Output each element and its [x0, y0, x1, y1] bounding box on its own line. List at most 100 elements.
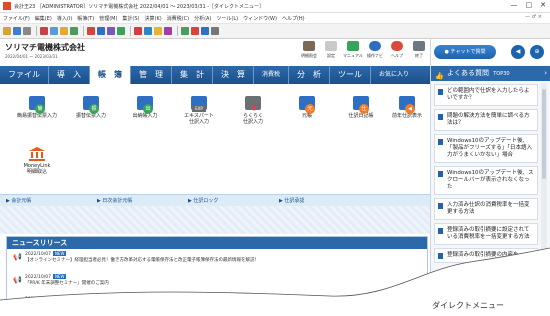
shortcut-daily-ledger[interactable]: ▶ 日次会計元帳 — [91, 197, 182, 204]
faq-title: よくある質問 — [447, 69, 489, 77]
toolbar-journal-icon[interactable] — [70, 27, 78, 35]
prior-year-journal-button[interactable]: ◀ 前年仕訳表示 — [380, 96, 434, 119]
close-button[interactable]: ✕ — [540, 1, 546, 9]
minimize-button[interactable]: — — [511, 1, 518, 9]
scroll-thumb[interactable] — [542, 89, 546, 179]
shortcut-journal-lock[interactable]: ▶ 仕訳ロック — [182, 197, 273, 204]
menu-file[interactable]: ファイル(F) — [3, 15, 30, 22]
tab-consumption-tax[interactable]: 消費税 — [253, 66, 288, 84]
company-name: ソリマチ電機株式会社 — [5, 43, 85, 52]
menu-help[interactable]: ヘルプ(H) — [282, 15, 305, 22]
news-title: ニュースリリース — [7, 237, 427, 249]
faq-item[interactable]: Windows10のアップデート後、スクロールバーが表示されなくなった — [434, 166, 538, 195]
toolbar-settings-icon[interactable] — [201, 27, 209, 35]
simple-transfer-slip-button[interactable]: 簡 簡易振替伝票入力 — [10, 96, 64, 119]
tab-file[interactable]: ファイル — [0, 66, 48, 84]
faq-item[interactable]: Windows10のアップデート後、「製品がフリーズする」「日本語入力がうまくい… — [434, 134, 538, 163]
faq-item[interactable]: 登録済みの取引摘要に設定されている消費税率を一括変更する方法 — [434, 223, 538, 245]
journal-icon: 仕 — [353, 96, 369, 114]
faq-badge: TOP30 — [493, 71, 510, 77]
shortcut-ledger[interactable]: ▶ 会計元帳 — [0, 197, 91, 204]
support-pane: ● チャットで質問 ◀ ⊕ 👍 よくある質問 TOP30 › どの範囲内で仕訳を… — [430, 39, 550, 316]
news-release-panel: ニュースリリース 📢 2022/10/07 NEW 【オンラインセミナー】経理担当… — [6, 236, 428, 316]
toolbar-mail-icon[interactable] — [107, 27, 115, 35]
menu-closing[interactable]: 決算(K) — [145, 15, 162, 22]
toolbar-print-icon[interactable] — [23, 27, 31, 35]
building-icon — [303, 41, 315, 51]
header-tools: 明細照会 設定 マニュアル 操作ナビ ヘルプ 終了 — [298, 41, 430, 59]
tab-manage[interactable]: 管 理 — [130, 66, 171, 84]
tab-closing[interactable]: 決 算 — [212, 66, 253, 84]
menu-manage[interactable]: 管理(M) — [99, 15, 117, 22]
detail-inquiry-button[interactable]: 明細照会 — [298, 41, 320, 59]
faq-item[interactable]: 登録済みの取引摘要の内容を — [434, 248, 538, 263]
toolbar-copy-icon[interactable] — [50, 27, 58, 35]
faq-item[interactable]: どの範囲内で仕訳を入力したらよいですか？ — [434, 84, 538, 106]
toolbar-table-icon[interactable] — [97, 27, 105, 35]
new-badge: NEW — [52, 251, 67, 256]
chevron-right-icon[interactable]: › — [544, 66, 547, 81]
help-button[interactable]: ヘルプ — [386, 41, 408, 59]
news-item[interactable]: 📢 2022/10/07 NEW 【オンラインセミナー】経理担当者必見！働き方改革… — [7, 249, 427, 272]
tab-books[interactable]: 帳 簿 — [89, 66, 130, 84]
document-icon — [438, 228, 443, 234]
news-item[interactable]: 📢 2022/10/07 NEW 「PR/K 年末調整セミナー」開催のご案内 — [7, 272, 427, 295]
menu-tax[interactable]: 消費税(C) — [167, 15, 189, 22]
menu-intro[interactable]: 導入(I) — [57, 15, 72, 22]
cashbook-entry-button[interactable]: 出 出納帳入力 — [118, 96, 172, 119]
chat-icon: ● — [444, 49, 449, 55]
news-text: ソリマチ会計にまつわるサービス、機能改善等の新情報を公開しています — [25, 303, 174, 308]
chat-question-button[interactable]: ● チャットで質問 — [434, 45, 496, 59]
tab-favorites[interactable]: お気に入り — [370, 66, 417, 84]
tab-aggregate[interactable]: 集 計 — [171, 66, 212, 84]
tab-intro[interactable]: 導 入 — [48, 66, 89, 84]
navigation-button[interactable]: 操作ナビ — [364, 41, 386, 59]
general-ledger-button[interactable]: 元 元帳 — [280, 96, 334, 119]
manual-button[interactable]: マニュアル — [342, 41, 364, 59]
toolbar-chart-icon[interactable] — [117, 27, 125, 35]
toolbar-calc-icon[interactable] — [144, 27, 152, 35]
megaphone-icon: 📢 — [13, 276, 22, 284]
menu-aggregate[interactable]: 集計(S) — [122, 15, 139, 22]
news-text: 【オンラインセミナー】経理担当者必見！働き方改革対応する電帳保存法と改正電子帳簿… — [25, 258, 259, 263]
add-button[interactable]: ⊕ — [530, 45, 544, 59]
settings-button[interactable]: 設定 — [320, 41, 342, 59]
menu-tools[interactable]: ツール(L) — [216, 15, 238, 22]
menu-edit[interactable]: 編集(E) — [35, 15, 52, 22]
moneylink-import-button[interactable]: MoneyLink 明細取込 — [10, 146, 64, 175]
maximize-button[interactable]: □ — [526, 1, 533, 9]
toolbar-pdf-icon[interactable] — [191, 27, 199, 35]
toolbar-cut-icon[interactable] — [40, 27, 48, 35]
mdi-controls[interactable]: — ♂ × — [525, 14, 542, 20]
shortcut-journal-approval[interactable]: ▶ 仕訳承認 — [273, 197, 364, 204]
news-item[interactable]: 📢 2022/09/30 ソリマチ会計にまつわるサービス、機能改善等の新情報を公… — [7, 295, 427, 316]
exit-button[interactable]: 終了 — [408, 41, 430, 59]
menu-window[interactable]: ウィンドウ(W) — [243, 15, 277, 22]
tab-tools[interactable]: ツール — [329, 66, 370, 84]
slip-icon: 振 — [83, 96, 99, 114]
expert-journal-button[interactable]: EXP エキスパート 仕訳入力 — [172, 96, 226, 125]
menu-analysis[interactable]: 分析(A) — [194, 15, 211, 22]
bank-icon-shape — [29, 147, 45, 161]
toolbar-paste-icon[interactable] — [60, 27, 68, 35]
faq-item[interactable]: 入力済み仕訳の消費税率を一括変更する方法 — [434, 198, 538, 220]
menu-books[interactable]: 帳簿(T) — [77, 15, 94, 22]
toolbar-tax-icon[interactable] — [164, 27, 172, 35]
tab-analysis[interactable]: 分 析 — [288, 66, 329, 84]
toolbar-star-icon[interactable] — [154, 27, 162, 35]
chat-row: ● チャットで質問 ◀ ⊕ — [431, 39, 550, 65]
transfer-slip-button[interactable]: 振 振替伝票入力 — [64, 96, 118, 119]
document-icon — [438, 171, 443, 177]
back-button[interactable]: ◀ — [511, 45, 525, 59]
toolbar-help-icon[interactable] — [211, 27, 219, 35]
toolbar-report-icon[interactable] — [134, 27, 142, 35]
easy-journal-button[interactable]: ♥ らくらく 仕訳入力 — [226, 96, 280, 125]
toolbar-save-icon[interactable] — [13, 27, 21, 35]
toolbar-ledger-icon[interactable] — [87, 27, 95, 35]
background-pattern — [0, 206, 430, 234]
slip-icon: 簡 — [29, 96, 45, 114]
faq-scrollbar[interactable] — [541, 83, 547, 313]
toolbar-export-icon[interactable] — [181, 27, 189, 35]
faq-item[interactable]: 問題の解決方法を簡単に調べる方法は？ — [434, 109, 538, 131]
toolbar-open-icon[interactable] — [3, 27, 11, 35]
